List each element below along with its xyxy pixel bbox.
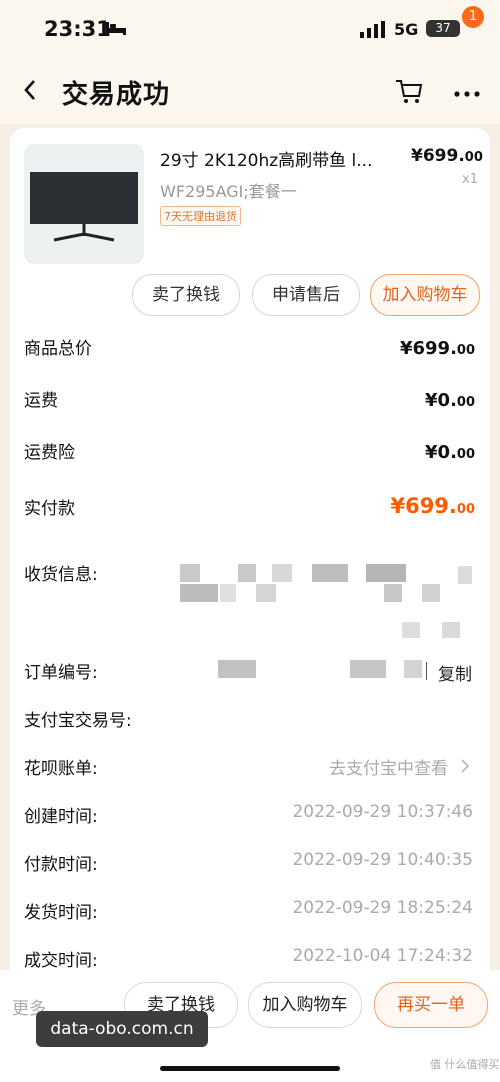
huabei-label: 花呗账单: (24, 759, 98, 779)
monitor-image (30, 172, 138, 242)
order-number-label: 订单编号: (24, 663, 98, 683)
total-label: 商品总价 (24, 339, 92, 359)
navigation-bar: 交易成功 (0, 60, 500, 124)
created-time-value: 2022-09-29 10:37:46 (292, 802, 473, 822)
product-spec: WF295AGI;套餐一 (160, 182, 297, 201)
back-arrow-icon[interactable] (22, 78, 38, 102)
status-bar: 23:31 5G 37 (0, 0, 500, 60)
product-price: ¥699.00 (411, 146, 483, 166)
insurance-value: ¥0.00 (425, 442, 475, 463)
paid-value: ¥699.00 (390, 494, 475, 518)
page-title: 交易成功 (62, 80, 171, 110)
shipped-time-label: 发货时间: (24, 903, 98, 923)
more-dots-icon[interactable] (452, 76, 482, 106)
cart-badge: 1 (462, 6, 484, 28)
return-policy-tag: 7天无理由退货 (160, 206, 241, 226)
status-time: 23:31 (44, 17, 111, 41)
shipping-label: 运费 (24, 391, 58, 411)
chevron-right-icon[interactable] (460, 758, 470, 774)
paid-time-value: 2022-09-29 10:40:35 (292, 850, 473, 870)
after-sale-button[interactable]: 申请售后 (252, 274, 360, 316)
done-time-label: 成交时间: (24, 951, 98, 971)
divider (426, 662, 427, 680)
battery-icon: 37 (426, 20, 460, 37)
copy-button[interactable]: 复制 (438, 660, 472, 685)
alipay-number-label: 支付宝交易号: (24, 711, 132, 731)
total-value: ¥699.00 (399, 338, 475, 359)
home-indicator (160, 1066, 340, 1071)
paid-label: 实付款 (24, 499, 75, 519)
cart-icon[interactable] (394, 76, 424, 106)
add-to-cart-button[interactable]: 加入购物车 (370, 274, 480, 316)
product-name[interactable]: 29寸 2K120hz高刷带鱼 l... (160, 146, 372, 171)
shipped-time-value: 2022-09-29 18:25:24 (292, 898, 473, 918)
shipping-value: ¥0.00 (425, 390, 475, 411)
network-type: 5G (394, 20, 419, 39)
sell-button[interactable]: 卖了换钱 (132, 274, 240, 316)
done-time-value: 2022-10-04 17:24:32 (292, 946, 473, 966)
address-label: 收货信息: (24, 565, 98, 585)
corner-watermark: 值 什么值得买 (430, 1058, 500, 1071)
watermark: data-obo.com.cn (36, 1011, 208, 1047)
created-time-label: 创建时间: (24, 807, 98, 827)
paid-time-label: 付款时间: (24, 855, 98, 875)
signal-icon (360, 21, 385, 38)
rebuy-button[interactable]: 再买一单 (374, 982, 488, 1028)
insurance-label: 运费险 (24, 443, 75, 463)
product-thumbnail[interactable] (24, 144, 144, 264)
product-quantity: x1 (462, 172, 478, 187)
huabei-link[interactable]: 去支付宝中查看 (329, 754, 448, 779)
bottom-add-to-cart-button[interactable]: 加入购物车 (248, 982, 362, 1028)
sleep-mode-icon (106, 22, 126, 35)
